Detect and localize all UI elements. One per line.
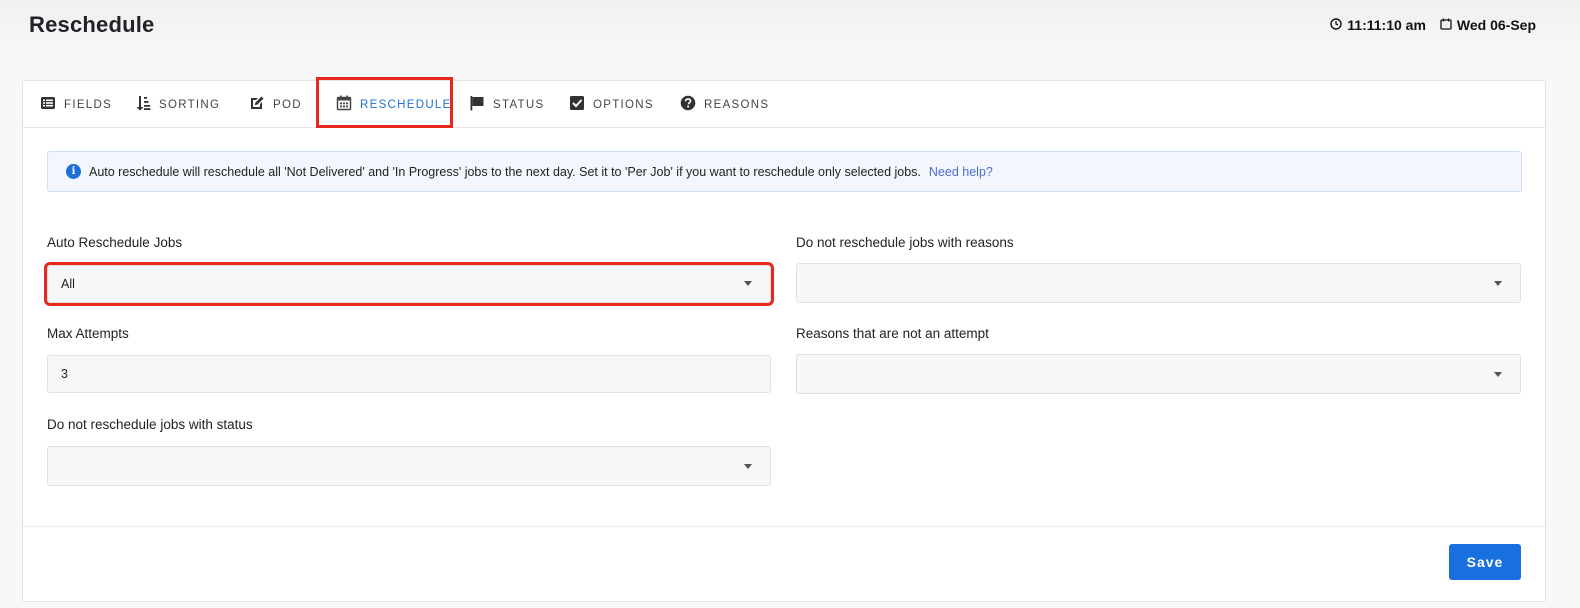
reasons-exclude-label: Do not reschedule jobs with reasons xyxy=(796,235,1014,250)
flag-icon xyxy=(469,95,485,114)
current-time: 11:11:10 am xyxy=(1347,17,1426,33)
tab-bar: FIELDS SORTING POD RESCHEDULE STATUS OPT… xyxy=(23,77,1545,128)
tab-reasons[interactable]: REASONS xyxy=(680,81,769,128)
current-date: Wed 06-Sep xyxy=(1456,17,1536,33)
not-attempt-reasons-label: Reasons that are not an attempt xyxy=(796,326,989,341)
auto-reschedule-value: All xyxy=(61,277,75,291)
edit-icon xyxy=(249,95,265,114)
chevron-down-icon xyxy=(744,464,752,469)
tab-status[interactable]: STATUS xyxy=(469,81,544,128)
tab-fields[interactable]: FIELDS xyxy=(40,81,112,128)
info-text: Auto reschedule will reschedule all 'Not… xyxy=(89,164,921,179)
chevron-down-icon xyxy=(744,281,752,286)
max-attempts-value: 3 xyxy=(61,367,68,381)
sort-icon xyxy=(135,95,151,114)
tab-options[interactable]: OPTIONS xyxy=(569,81,654,128)
tab-pod[interactable]: POD xyxy=(249,81,302,128)
chevron-down-icon xyxy=(1494,372,1502,377)
tab-sorting[interactable]: SORTING xyxy=(135,81,220,128)
clock-icon xyxy=(1330,17,1342,33)
chevron-down-icon xyxy=(1494,281,1502,286)
checkbox-icon xyxy=(569,95,585,114)
tab-label: POD xyxy=(273,98,302,111)
info-banner: i Auto reschedule will reschedule all 'N… xyxy=(47,151,1522,192)
auto-reschedule-select[interactable]: All xyxy=(44,262,774,306)
tab-label: FIELDS xyxy=(64,98,113,111)
help-link[interactable]: Need help? xyxy=(929,165,993,179)
calendar-icon xyxy=(1440,17,1452,33)
top-bar: Reschedule 11:11:10 am Wed 06-Sep xyxy=(0,0,1580,60)
reasons-exclude-select[interactable] xyxy=(796,263,1521,303)
status-exclude-select[interactable] xyxy=(47,446,771,486)
page-title: Reschedule xyxy=(29,12,155,37)
tab-label: STATUS xyxy=(493,98,545,111)
info-icon: i xyxy=(66,164,81,179)
tab-highlight-box xyxy=(316,77,453,128)
list-icon xyxy=(40,95,56,114)
footer-divider xyxy=(23,526,1545,527)
max-attempts-input[interactable]: 3 xyxy=(47,355,771,393)
not-attempt-reasons-select[interactable] xyxy=(796,354,1521,394)
tab-label: REASONS xyxy=(704,98,770,111)
tab-label: OPTIONS xyxy=(593,98,654,111)
question-circle-icon xyxy=(680,95,696,114)
clock-area: 11:11:10 am Wed 06-Sep xyxy=(1330,17,1536,33)
tab-label: SORTING xyxy=(159,98,221,111)
status-exclude-label: Do not reschedule jobs with status xyxy=(47,417,253,432)
max-attempts-label: Max Attempts xyxy=(47,326,129,341)
auto-reschedule-label: Auto Reschedule Jobs xyxy=(47,235,183,250)
settings-card: FIELDS SORTING POD RESCHEDULE STATUS OPT… xyxy=(22,77,1546,602)
save-button[interactable]: Save xyxy=(1449,544,1521,580)
